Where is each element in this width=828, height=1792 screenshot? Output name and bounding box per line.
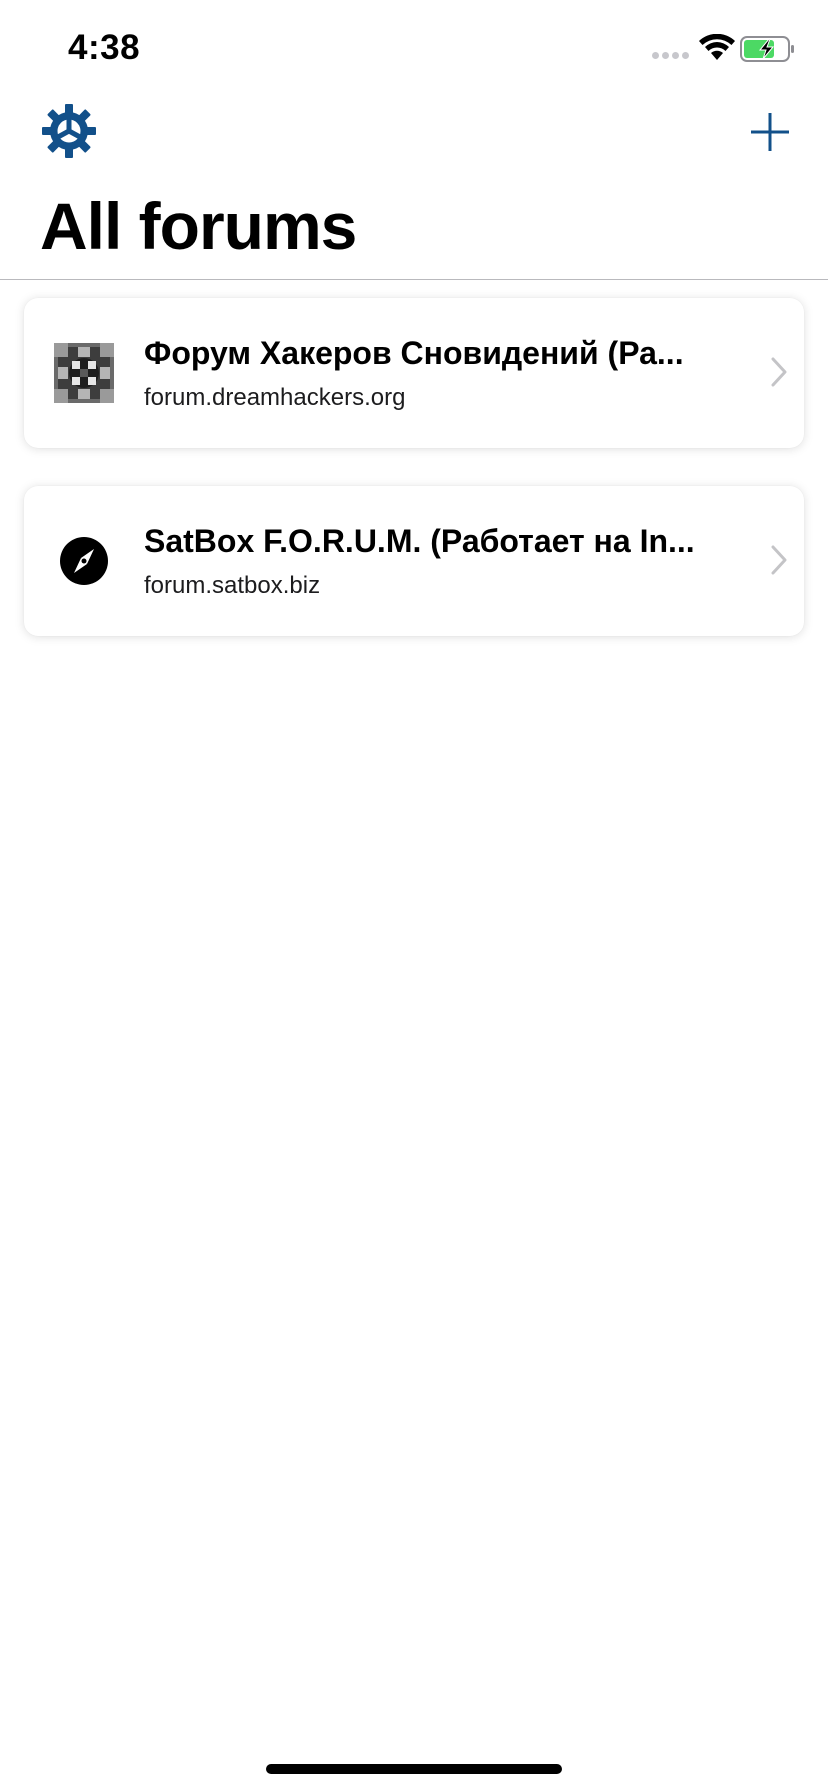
cellular-signal-icon	[652, 52, 689, 59]
add-forum-button[interactable]	[748, 110, 792, 154]
page-title: All forums	[40, 189, 357, 263]
status-bar: 4:38	[0, 0, 828, 100]
chevron-right-icon	[771, 357, 787, 387]
forum-list-item[interactable]: SatBox F.O.R.U.M. (Работает на In... for…	[24, 486, 804, 636]
forum-name: Форум Хакеров Сновидений (Ра...	[144, 335, 684, 371]
forum-url: forum.satbox.biz	[144, 572, 321, 599]
forum-url: forum.dreamhackers.org	[144, 384, 406, 411]
compass-icon	[60, 537, 108, 585]
settings-gear-icon[interactable]	[42, 104, 96, 158]
forum-name: SatBox F.O.R.U.M. (Работает на In...	[144, 523, 695, 559]
forum-list-item[interactable]: Форум Хакеров Сновидений (Ра... forum.dr…	[24, 298, 804, 448]
status-time: 4:38	[68, 28, 141, 67]
dreamhackers-favicon	[54, 343, 114, 403]
battery-icon	[740, 36, 794, 62]
title-divider	[0, 279, 828, 280]
home-indicator	[266, 1764, 562, 1774]
chevron-right-icon	[771, 545, 787, 575]
wifi-icon	[699, 34, 735, 60]
